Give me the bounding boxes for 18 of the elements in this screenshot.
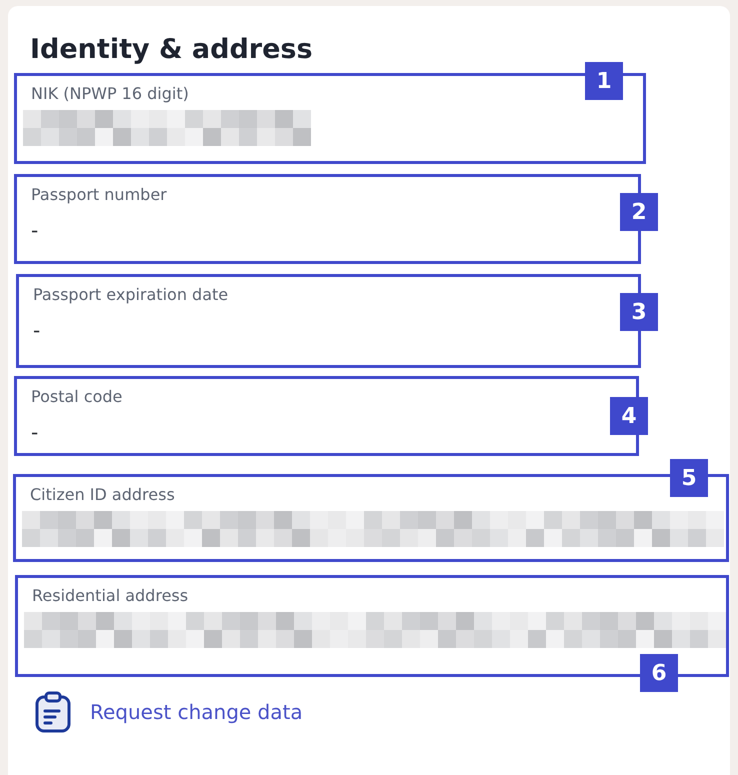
clipboard-icon [34,691,72,733]
field-value: - [31,421,38,443]
field-label: Postal code [31,387,124,407]
field-label: Passport number [31,185,168,205]
annotation-number: 5 [670,459,708,497]
field-label: Citizen ID address [30,485,176,505]
annotation-number: 2 [620,193,658,231]
field-value: - [33,319,40,341]
annotation-number: 1 [585,62,623,100]
field-label: Residential address [32,586,190,606]
field-value: - [31,219,38,241]
section-title: Identity & address [30,34,314,65]
annotation-number: 6 [640,654,678,692]
request-change-link[interactable]: Request change data [34,691,303,733]
annotation-number: 3 [620,293,658,331]
field-label: NIK (NPWP 16 digit) [31,84,190,104]
annotation-number: 4 [610,397,648,435]
field-label: Passport expiration date [33,285,230,305]
